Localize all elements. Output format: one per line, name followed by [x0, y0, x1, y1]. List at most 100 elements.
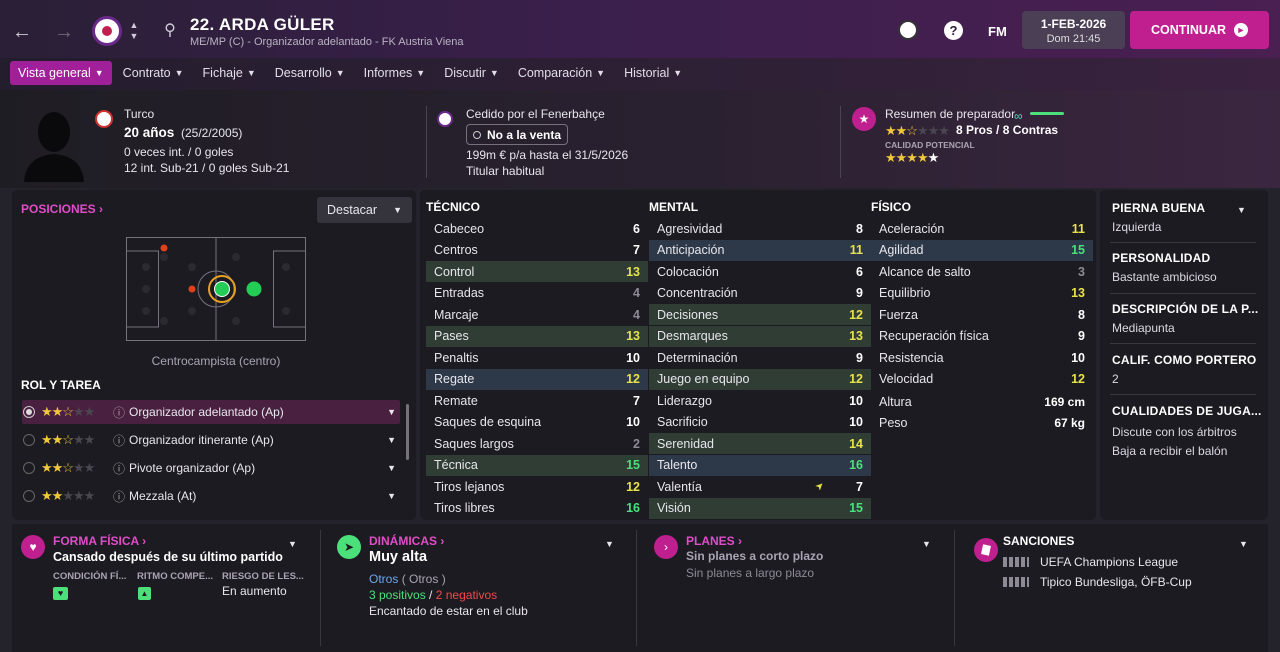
- link-icon[interactable]: ∞: [1014, 109, 1023, 123]
- attribute-value: 4: [633, 307, 640, 322]
- attribute-row[interactable]: Resistencia 10: [871, 347, 1093, 368]
- attribute-value: 7: [856, 479, 863, 494]
- ball-icon[interactable]: [898, 20, 918, 40]
- positions-title[interactable]: POSICIONES ›: [21, 202, 103, 216]
- attribute-row[interactable]: Tiros lejanos 12: [426, 476, 648, 497]
- player-switch-icon[interactable]: ▲ ▼: [128, 18, 140, 44]
- chevron-down-icon[interactable]: ▼: [922, 539, 931, 549]
- chevron-down-icon: ▼: [596, 68, 606, 78]
- tab-discutir[interactable]: Discutir ▼: [436, 61, 507, 85]
- dynamics-title[interactable]: DINÁMICAS ›: [369, 534, 444, 548]
- pros-cons[interactable]: 8 Pros / 8 Contras: [956, 123, 1058, 137]
- chevron-down-icon[interactable]: ▼: [605, 539, 614, 549]
- attribute-row[interactable]: Valentía ➤ 7: [649, 476, 871, 497]
- tab-vista-general[interactable]: Vista general ▼: [10, 61, 112, 85]
- plans-title[interactable]: PLANES ›: [686, 534, 742, 548]
- tab-fichaje[interactable]: Fichaje ▼: [195, 61, 264, 85]
- role-row[interactable]: ★★★★★ ⓘ Mezzala (At) ▼: [22, 484, 400, 508]
- trait: Discute con los árbitros: [1112, 425, 1237, 439]
- attribute-row[interactable]: Liderazgo 10: [649, 390, 871, 411]
- role-row[interactable]: ★★☆★★ ⓘ Organizador itinerante (Ap) ▼: [22, 428, 400, 452]
- fm-menu-button[interactable]: FM: [988, 24, 1007, 39]
- forward-arrow-icon[interactable]: →: [52, 20, 76, 44]
- attribute-row[interactable]: Entradas 4: [426, 283, 648, 304]
- chevron-down-icon[interactable]: ▼: [387, 435, 396, 445]
- attribute-row[interactable]: Centros 7: [426, 240, 648, 261]
- date-box[interactable]: 1-FEB-2026 Dom 21:45: [1022, 11, 1125, 49]
- attribute-row[interactable]: Control 13: [426, 261, 648, 282]
- radio-icon: [23, 434, 35, 446]
- attribute-row[interactable]: Regate 12: [426, 368, 648, 390]
- chevron-down-icon: ▼: [673, 68, 683, 78]
- chevron-down-icon[interactable]: ▼: [1237, 205, 1246, 215]
- attribute-row[interactable]: Pases 13: [426, 325, 648, 347]
- attribute-row[interactable]: Visión 15: [649, 497, 871, 519]
- attribute-row[interactable]: Decisiones 12: [649, 304, 871, 325]
- highlight-dropdown[interactable]: Destacar ▼: [317, 197, 412, 223]
- club-badge-icon[interactable]: [92, 16, 122, 46]
- help-icon[interactable]: ?: [944, 21, 963, 40]
- tab-label: Contrato: [122, 66, 171, 80]
- tab-comparacion[interactable]: Comparación ▼: [510, 61, 613, 85]
- attribute-row[interactable]: Equilibrio 13: [871, 283, 1093, 304]
- attribute-value: 3: [1078, 264, 1085, 279]
- attribute-name: Velocidad: [879, 372, 934, 386]
- chevron-down-icon[interactable]: ▼: [1239, 539, 1248, 549]
- attribute-row[interactable]: Alcance de salto 3: [871, 261, 1093, 282]
- role-row[interactable]: ★★☆★★ ⓘ Pivote organizador (Ap) ▼: [22, 456, 400, 480]
- back-arrow-icon[interactable]: ←: [10, 20, 34, 44]
- attribute-value: 6: [633, 221, 640, 236]
- attribute-row[interactable]: Agilidad 15: [871, 239, 1093, 261]
- nationality: Turco: [124, 107, 155, 121]
- role-scrollbar[interactable]: [406, 404, 409, 460]
- info-icon: ⓘ: [113, 461, 126, 476]
- attribute-row[interactable]: Técnica 15: [426, 454, 648, 476]
- attribute-row[interactable]: Fuerza 8: [871, 304, 1093, 325]
- attribute-row[interactable]: Colocación 6: [649, 261, 871, 282]
- attribute-row[interactable]: Aceleración 11: [871, 218, 1093, 239]
- chevron-down-icon[interactable]: ▼: [387, 463, 396, 473]
- attribute-name: Desmarques: [657, 329, 728, 343]
- attribute-row[interactable]: Agresividad 8: [649, 218, 871, 239]
- attribute-row[interactable]: Sacrificio 10: [649, 412, 871, 433]
- continue-button[interactable]: CONTINUAR ►: [1130, 11, 1269, 49]
- attribute-row[interactable]: Marcaje 4: [426, 304, 648, 325]
- attribute-row[interactable]: Velocidad 12: [871, 369, 1093, 390]
- player-silhouette-icon: [24, 112, 84, 182]
- attribute-name: Control: [434, 264, 475, 279]
- info-icon: ⓘ: [113, 489, 126, 504]
- fitness-text: Cansado después de su último partido: [53, 550, 283, 564]
- attribute-row[interactable]: Desmarques 13: [649, 325, 871, 347]
- attribute-row[interactable]: Talento 16: [649, 454, 871, 476]
- chevron-down-icon[interactable]: ▼: [387, 491, 396, 501]
- attribute-row[interactable]: Concentración 9: [649, 283, 871, 304]
- attribute-row[interactable]: Saques de esquina 10: [426, 412, 648, 433]
- tab-label: Fichaje: [202, 66, 243, 80]
- attribute-row[interactable]: Recuperación física 9: [871, 326, 1093, 347]
- chevron-down-icon[interactable]: ▼: [387, 407, 396, 417]
- attribute-row[interactable]: Determinación 9: [649, 347, 871, 368]
- chevron-down-icon[interactable]: ▼: [288, 539, 297, 549]
- height-label: Altura: [879, 394, 912, 409]
- tab-historial[interactable]: Historial ▼: [616, 61, 690, 85]
- attribute-name: Saques largos: [434, 436, 514, 451]
- tab-desarrollo[interactable]: Desarrollo ▼: [267, 61, 353, 85]
- attribute-row[interactable]: Juego en equipo 12: [649, 368, 871, 390]
- attribute-row[interactable]: Penaltis 10: [426, 347, 648, 368]
- attribute-row[interactable]: Anticipación 11: [649, 239, 871, 261]
- attribute-row[interactable]: Saques largos 2: [426, 433, 648, 454]
- attribute-row[interactable]: Serenidad 14: [649, 433, 871, 454]
- role-row[interactable]: ★★☆★★ ⓘ Organizador adelantado (Ap) ▼: [22, 400, 400, 424]
- social-group[interactable]: Otros ( Otros ): [369, 572, 446, 586]
- chevron-down-icon: ▼: [174, 68, 184, 78]
- tab-informes[interactable]: Informes ▼: [356, 61, 434, 85]
- attribute-row[interactable]: Tiros libres 16: [426, 498, 648, 519]
- attribute-row[interactable]: Remate 7: [426, 390, 648, 411]
- dynamics-value: Muy alta: [369, 549, 428, 565]
- tab-contrato[interactable]: Contrato ▼: [115, 61, 192, 85]
- nav-tabs: Vista general ▼ Contrato ▼ Fichaje ▼ Desarr…: [10, 61, 690, 85]
- attribute-row[interactable]: Cabeceo 6: [426, 218, 648, 239]
- transfer-status-button[interactable]: No a la venta: [466, 124, 568, 145]
- fitness-title[interactable]: FORMA FÍSICA ›: [53, 534, 146, 548]
- search-icon[interactable]: ⚲: [160, 20, 180, 40]
